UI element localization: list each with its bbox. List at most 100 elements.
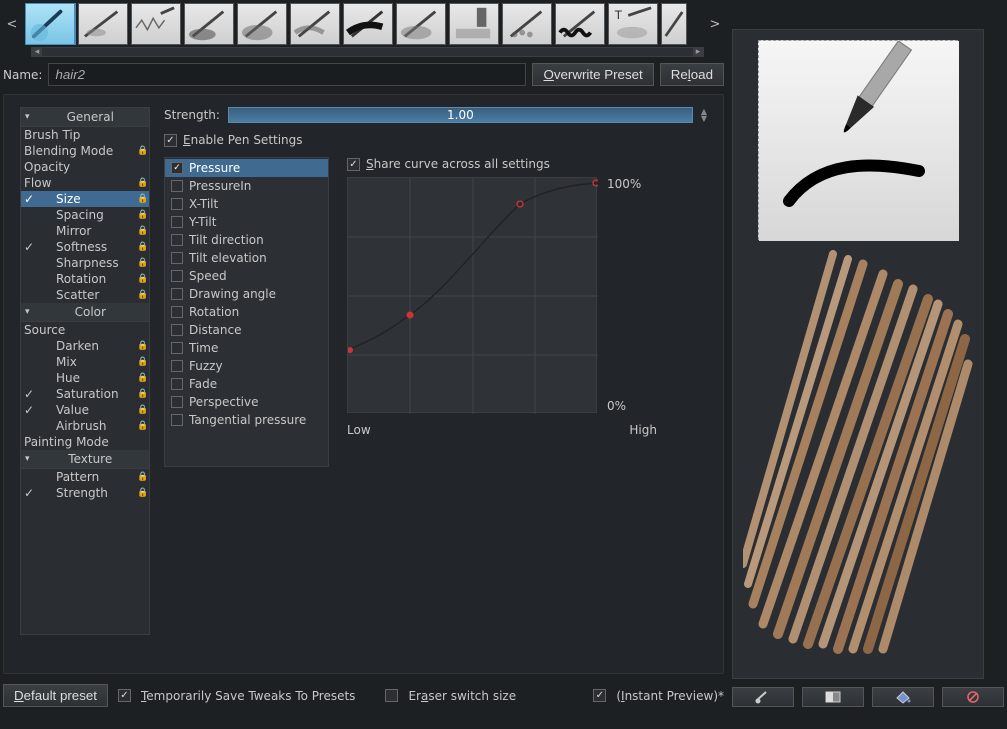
tree-item-value[interactable]: ✓Value🔒	[21, 402, 149, 418]
preset-thumb[interactable]	[502, 3, 552, 45]
overwrite-preset-button[interactable]: OOverwrite Presetverwrite Preset	[532, 63, 653, 86]
preset-strip: < T	[3, 3, 724, 45]
scroll-right-icon[interactable]: ▸	[693, 48, 703, 56]
tree-item-saturation[interactable]: ✓Saturation🔒	[21, 386, 149, 402]
sensor-checkbox[interactable]	[171, 324, 183, 336]
sensor-rotation[interactable]: Rotation	[165, 303, 328, 321]
lock-icon: 🔒	[137, 194, 147, 204]
scratchpad[interactable]	[743, 244, 973, 668]
tree-item-mix[interactable]: Mix🔒	[21, 354, 149, 370]
curve-editor[interactable]	[347, 177, 597, 413]
tree-item-softness[interactable]: ✓Softness🔒	[21, 239, 149, 255]
preset-thumb[interactable]	[237, 3, 287, 45]
sensor-checkbox[interactable]	[171, 198, 183, 210]
preset-thumb[interactable]	[555, 3, 605, 45]
default-preset-button[interactable]: Default presetDefault preset	[3, 684, 108, 707]
brush-tip-preview	[758, 40, 958, 240]
tree-item-scatter[interactable]: Scatter🔒	[21, 287, 149, 303]
sensor-checkbox[interactable]	[171, 396, 183, 408]
tree-item-size[interactable]: ✓Size🔒	[21, 191, 149, 207]
sensor-tilt-direction[interactable]: Tilt direction	[165, 231, 328, 249]
sensor-checkbox[interactable]	[171, 234, 183, 246]
sensor-checkbox[interactable]	[171, 360, 183, 372]
tree-header-texture[interactable]: ▾Texture	[21, 450, 149, 469]
sensor-perspective[interactable]: Perspective	[165, 393, 328, 411]
sensor-time[interactable]: Time	[165, 339, 328, 357]
tree-header-color[interactable]: ▾Color	[21, 303, 149, 322]
tree-item-darken[interactable]: Darken🔒	[21, 338, 149, 354]
lock-icon: 🔒	[137, 146, 147, 156]
curve-ylabel-bot: 0%	[607, 399, 641, 413]
reload-button[interactable]: ReloadReload	[660, 63, 724, 86]
sensor-speed[interactable]: Speed	[165, 267, 328, 285]
tree-item-flow[interactable]: Flow🔒	[21, 175, 149, 191]
tree-item-hue[interactable]: Hue🔒	[21, 370, 149, 386]
sensor-y-tilt[interactable]: Y-Tilt	[165, 213, 328, 231]
enable-pen-checkbox[interactable]	[164, 134, 177, 147]
preset-thumb[interactable]	[184, 3, 234, 45]
preset-thumb[interactable]	[290, 3, 340, 45]
preset-thumb[interactable]: T	[608, 3, 658, 45]
tree-item-painting-mode[interactable]: Painting Mode	[21, 434, 149, 450]
tree-header-general[interactable]: ▾General	[21, 108, 149, 127]
tree-item-blending-mode[interactable]: Blending Mode🔒	[21, 143, 149, 159]
sensor-tilt-elevation[interactable]: Tilt elevation	[165, 249, 328, 267]
sensor-checkbox[interactable]	[171, 288, 183, 300]
sensor-checkbox[interactable]	[171, 180, 183, 192]
tree-item-brush-tip[interactable]: Brush Tip	[21, 127, 149, 143]
instant-preview-label: (Instant Preview)*(Instant Preview)*	[616, 689, 724, 703]
scroll-left-icon[interactable]: ◂	[32, 48, 42, 56]
lock-icon: 🔒	[137, 389, 147, 399]
preset-thumb[interactable]	[449, 3, 499, 45]
lock-icon: 🔒	[137, 258, 147, 268]
tree-item-mirror[interactable]: Mirror🔒	[21, 223, 149, 239]
lock-icon: 🔒	[137, 290, 147, 300]
fill-gradient-button[interactable]	[802, 687, 864, 707]
tree-item-source[interactable]: Source	[21, 322, 149, 338]
tree-item-sharpness[interactable]: Sharpness🔒	[21, 255, 149, 271]
sensor-checkbox[interactable]	[171, 162, 183, 174]
sensor-drawing-angle[interactable]: Drawing angle	[165, 285, 328, 303]
strength-slider[interactable]: 1.00	[228, 107, 693, 123]
lock-icon: 🔒	[137, 178, 147, 188]
tree-item-airbrush[interactable]: Airbrush🔒	[21, 418, 149, 434]
sensor-distance[interactable]: Distance	[165, 321, 328, 339]
sensor-pressurein[interactable]: PressureIn	[165, 177, 328, 195]
fill-brush-button[interactable]	[732, 687, 794, 707]
preset-thumb[interactable]	[25, 3, 75, 45]
preset-next-button[interactable]: >	[706, 17, 724, 32]
sensor-fade[interactable]: Fade	[165, 375, 328, 393]
sensor-checkbox[interactable]	[171, 270, 183, 282]
lock-icon: 🔒	[137, 421, 147, 431]
preset-prev-button[interactable]: <	[3, 17, 21, 32]
sensor-checkbox[interactable]	[171, 378, 183, 390]
tree-item-rotation[interactable]: Rotation🔒	[21, 271, 149, 287]
preset-thumb[interactable]	[78, 3, 128, 45]
sensor-checkbox[interactable]	[171, 252, 183, 264]
preset-scrollbar[interactable]: ◂ ▸	[31, 47, 704, 57]
clear-button[interactable]	[942, 687, 1004, 707]
sensor-fuzzy[interactable]: Fuzzy	[165, 357, 328, 375]
sensor-x-tilt[interactable]: X-Tilt	[165, 195, 328, 213]
preset-thumb[interactable]	[343, 3, 393, 45]
instant-preview-checkbox[interactable]	[593, 689, 606, 702]
preset-thumb[interactable]	[131, 3, 181, 45]
eraser-switch-checkbox[interactable]	[385, 689, 398, 702]
name-input[interactable]	[48, 63, 526, 86]
tree-item-spacing[interactable]: Spacing🔒	[21, 207, 149, 223]
sensor-checkbox[interactable]	[171, 216, 183, 228]
tree-item-opacity[interactable]: Opacity	[21, 159, 149, 175]
temp-save-checkbox[interactable]	[118, 689, 131, 702]
sensor-pressure[interactable]: Pressure	[165, 159, 328, 177]
sensor-checkbox[interactable]	[171, 342, 183, 354]
sensor-tangential-pressure[interactable]: Tangential pressure	[165, 411, 328, 429]
tree-item-strength[interactable]: ✓Strength🔒	[21, 485, 149, 501]
sensor-checkbox[interactable]	[171, 414, 183, 426]
share-curve-checkbox[interactable]	[347, 158, 360, 171]
strength-spinner[interactable]: ▲▼	[701, 108, 707, 122]
preset-thumb[interactable]	[396, 3, 446, 45]
preset-thumb[interactable]	[661, 3, 687, 45]
sensor-checkbox[interactable]	[171, 306, 183, 318]
tree-item-pattern[interactable]: Pattern🔒	[21, 469, 149, 485]
fill-bucket-button[interactable]	[872, 687, 934, 707]
